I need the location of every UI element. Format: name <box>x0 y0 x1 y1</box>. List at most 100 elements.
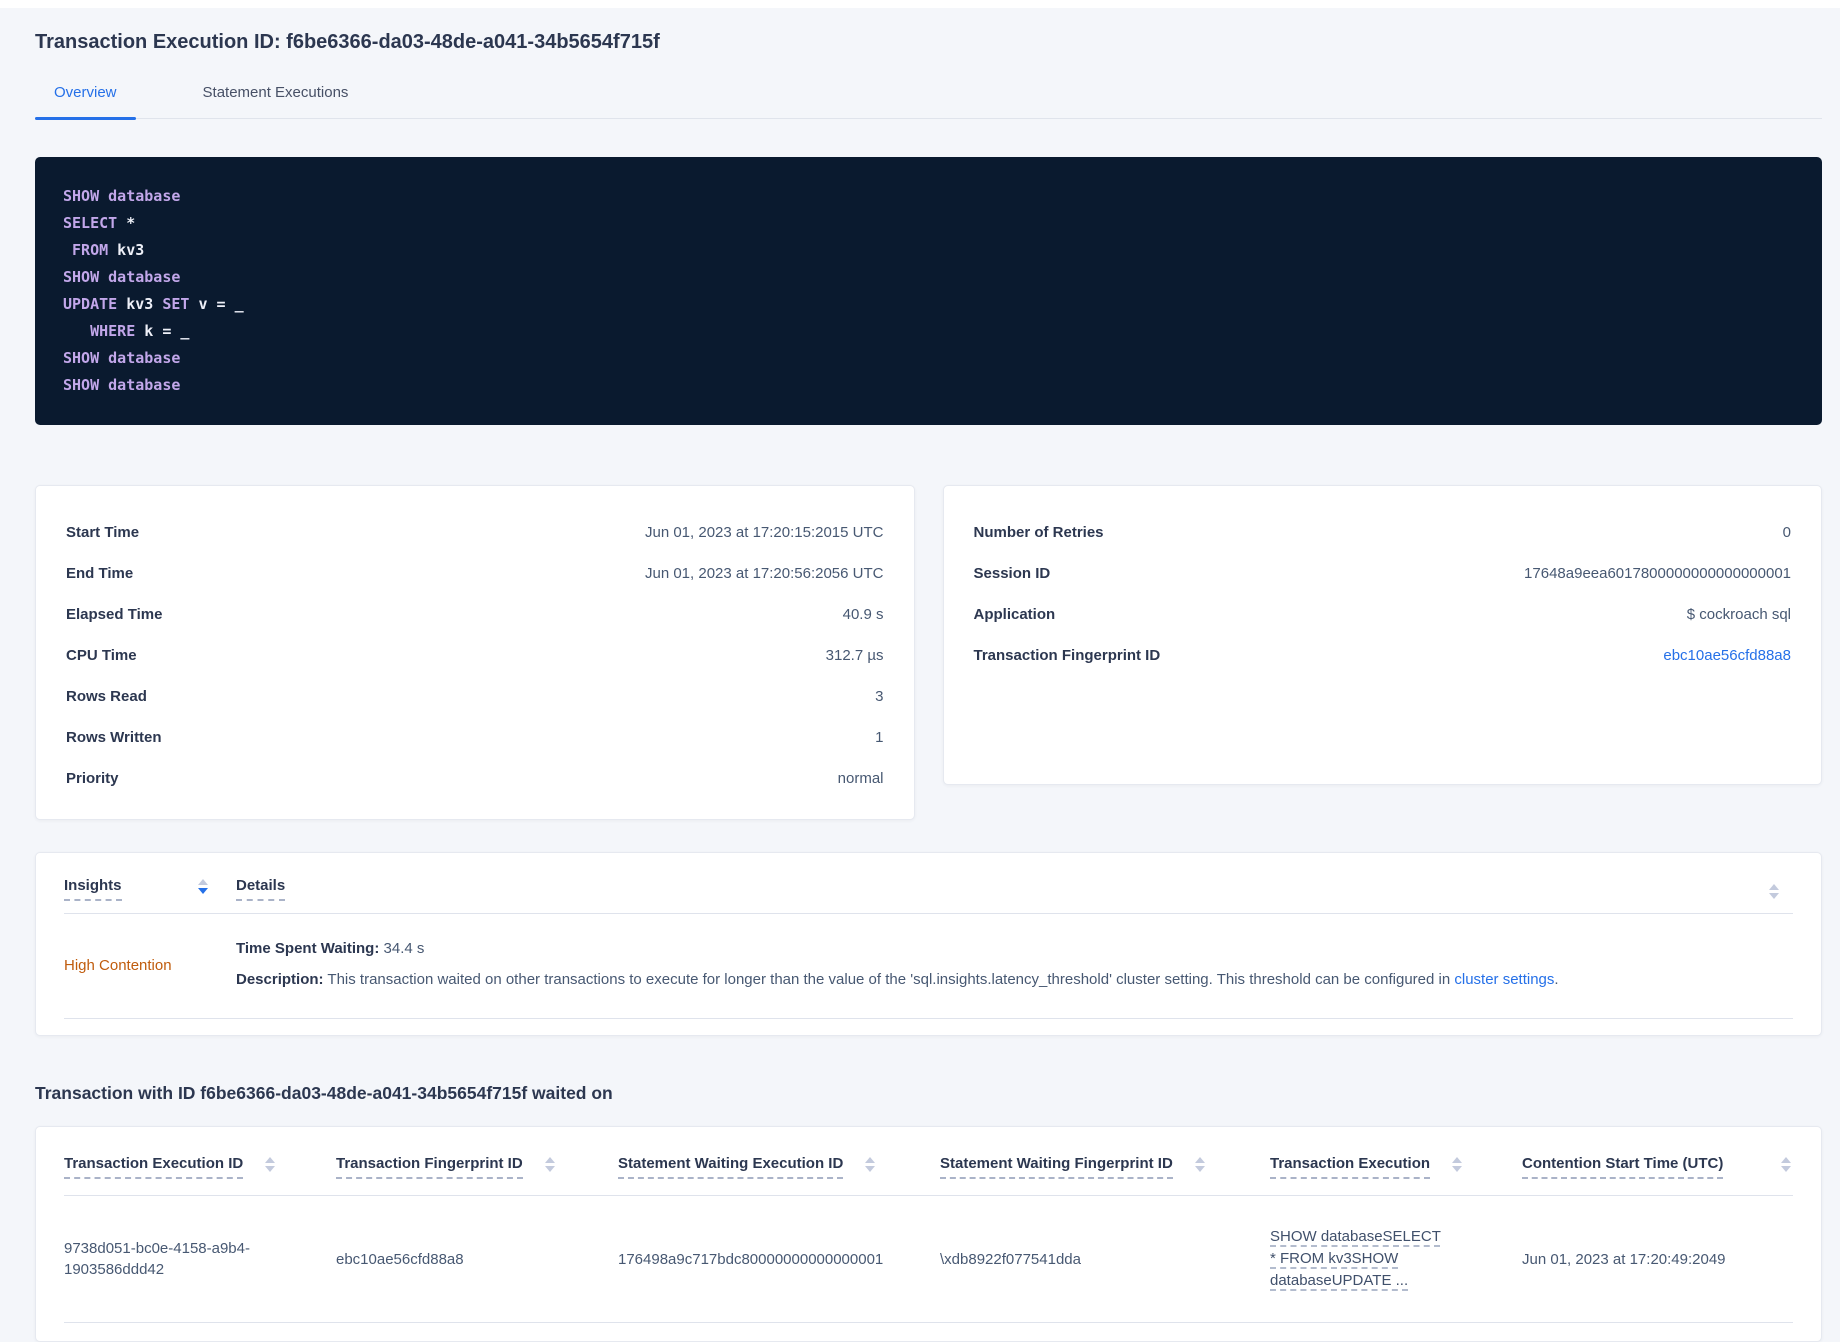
sql-text: kv3 <box>117 295 163 313</box>
summary-row: Priority normal <box>66 758 884 799</box>
summary-row: Rows Read 3 <box>66 676 884 717</box>
sql-keyword: SELECT <box>63 214 118 232</box>
insight-row: High Contention Time Spent Waiting: 34.4… <box>64 914 1793 1019</box>
summary-row: Number of Retries 0 <box>974 512 1792 553</box>
sql-text: * <box>117 214 136 232</box>
summary-row: End Time Jun 01, 2023 at 17:20:56:2056 UT… <box>66 553 884 594</box>
sql-keyword: SHOW <box>63 268 100 286</box>
column-label[interactable]: Transaction Execution ID <box>64 1155 244 1179</box>
column-header-txn-fingerprint-id[interactable]: Transaction Fingerprint ID <box>336 1155 618 1179</box>
contention-start-cell: Jun 01, 2023 at 17:20:49:2049 <box>1522 1250 1726 1268</box>
column-label[interactable]: Statement Waiting Fingerprint ID <box>940 1155 1173 1179</box>
high-contention-badge: High Contention <box>64 956 172 974</box>
waited-table-row: 9738d051-bc0e-4158-a9b4-1903586ddd42 ebc… <box>64 1196 1793 1323</box>
summary-value: Jun 01, 2023 at 17:20:15:2015 UTC <box>644 524 884 541</box>
sql-keyword: SHOW <box>63 349 100 367</box>
page-title: Transaction Execution ID: f6be6366-da03-… <box>35 31 660 53</box>
sql-text: v = _ <box>189 295 244 313</box>
summary-value: 40.9 s <box>842 606 884 623</box>
sql-keyword: UPDATE <box>63 295 118 313</box>
sql-code-line: SHOW database <box>63 264 1794 291</box>
summary-row: Rows Written 1 <box>66 717 884 758</box>
summary-label: End Time <box>66 565 134 582</box>
summary-row: CPU Time 312.7 µs <box>66 635 884 676</box>
summary-label: CPU Time <box>66 647 137 664</box>
sort-icon[interactable] <box>1194 1157 1205 1172</box>
summary-value: Jun 01, 2023 at 17:20:56:2056 UTC <box>644 565 884 582</box>
sql-text: k = _ <box>135 322 190 340</box>
sql-keyword: FROM <box>72 241 109 259</box>
sql-code-line: SELECT * <box>63 210 1794 237</box>
sort-icon[interactable] <box>265 1157 276 1172</box>
time-spent-waiting-label: Time Spent Waiting: <box>236 940 380 957</box>
sort-icon[interactable] <box>1452 1157 1463 1172</box>
summary-value: $ cockroach sql <box>1686 606 1791 623</box>
column-header-txn-execution[interactable]: Transaction Execution <box>1270 1155 1522 1179</box>
column-header-contention-start[interactable]: Contention Start Time (UTC) <box>1522 1155 1793 1179</box>
details-column-label[interactable]: Details <box>236 877 286 901</box>
sort-icon[interactable] <box>1769 884 1779 899</box>
summary-row: Session ID 17648a9eea60178000000000000000… <box>974 553 1792 594</box>
description-text: This transaction waited on other transac… <box>323 971 1455 988</box>
summary-label: Number of Retries <box>973 524 1104 541</box>
sql-keyword: SET <box>162 295 190 313</box>
summary-value: normal <box>837 770 884 787</box>
column-label[interactable]: Contention Start Time (UTC) <box>1522 1155 1724 1179</box>
summary-label: Transaction Fingerprint ID <box>973 647 1161 664</box>
summary-label: Application <box>973 606 1056 623</box>
insights-table-header: Insights Details <box>64 853 1793 914</box>
summary-row: Application $ cockroach sql <box>974 594 1792 635</box>
session-summary-card: Number of Retries 0 Session ID 17648a9eea60… <box>942 485 1822 785</box>
waited-on-table-card: Transaction Execution ID Transaction Fin… <box>35 1126 1822 1342</box>
txn-exec-id-cell: 9738d051-bc0e-4158-a9b4-1903586ddd42 <box>64 1240 250 1278</box>
summary-row: Transaction Fingerprint ID ebc10ae56cfd88… <box>974 635 1792 676</box>
summary-label: Start Time <box>66 524 140 541</box>
details-column-header[interactable]: Details <box>236 877 1769 901</box>
column-header-stmt-waiting-fingerprint-id[interactable]: Statement Waiting Fingerprint ID <box>940 1155 1270 1179</box>
sql-code-line: UPDATE kv3 SET v = _ <box>63 291 1794 318</box>
tab-bar: Overview Statement Executions <box>35 84 1822 120</box>
sql-code-line: FROM kv3 <box>63 237 1794 264</box>
sql-code-line: WHERE k = _ <box>63 318 1794 345</box>
sql-keyword: WHERE <box>90 322 136 340</box>
summary-value: 3 <box>875 688 884 705</box>
tab-statement-executions[interactable]: Statement Executions <box>184 84 368 118</box>
column-label[interactable]: Statement Waiting Execution ID <box>618 1155 844 1179</box>
sql-code-line: SHOW database <box>63 183 1794 210</box>
waited-table-header: Transaction Execution ID Transaction Fin… <box>64 1127 1793 1196</box>
table-sort-control[interactable] <box>1769 877 1793 899</box>
sql-keyword: database <box>108 376 181 394</box>
execution-summary-card: Start Time Jun 01, 2023 at 17:20:15:2015 … <box>35 485 915 820</box>
column-label[interactable]: Transaction Fingerprint ID <box>336 1155 523 1179</box>
insights-column-header[interactable]: Insights <box>64 877 236 901</box>
summary-cards: Start Time Jun 01, 2023 at 17:20:15:2015 … <box>35 485 1822 820</box>
insight-description: Description: This transaction waited on … <box>236 969 1769 990</box>
sql-code-line: SHOW database <box>63 372 1794 399</box>
column-label[interactable]: Transaction Execution <box>1270 1155 1431 1179</box>
sort-icon[interactable] <box>865 1157 876 1172</box>
transaction-fingerprint-link[interactable]: ebc10ae56cfd88a8 <box>1663 647 1791 664</box>
column-header-stmt-waiting-exec-id[interactable]: Statement Waiting Execution ID <box>618 1155 940 1179</box>
cluster-settings-link[interactable]: cluster settings <box>1454 971 1554 988</box>
summary-value: 1 <box>875 729 884 746</box>
summary-value: 17648a9eea6017800000000000000001 <box>1524 565 1791 582</box>
column-header-txn-exec-id[interactable]: Transaction Execution ID <box>64 1155 336 1179</box>
sort-icon[interactable] <box>1781 1157 1791 1172</box>
description-label: Description: <box>236 971 324 988</box>
summary-label: Priority <box>66 770 119 787</box>
transaction-execution-link[interactable]: SHOW databaseSELECT * FROM kv3SHOW datab… <box>1270 1226 1448 1292</box>
insight-details: Time Spent Waiting: 34.4 s Description: … <box>236 940 1769 990</box>
stmt-waiting-fingerprint-id-cell: \xdb8922f077541dda <box>940 1250 1081 1268</box>
waited-on-heading: Transaction with ID f6be6366-da03-48de-a… <box>35 1083 613 1103</box>
sort-icon[interactable] <box>197 879 208 894</box>
summary-value: 312.7 µs <box>825 647 884 664</box>
sort-icon[interactable] <box>544 1157 555 1172</box>
time-spent-waiting: Time Spent Waiting: 34.4 s <box>236 940 1769 957</box>
insights-column-label[interactable]: Insights <box>64 877 122 901</box>
tab-overview[interactable]: Overview <box>35 84 136 120</box>
insights-card: Insights Details High Contention Time Sp… <box>35 852 1822 1036</box>
